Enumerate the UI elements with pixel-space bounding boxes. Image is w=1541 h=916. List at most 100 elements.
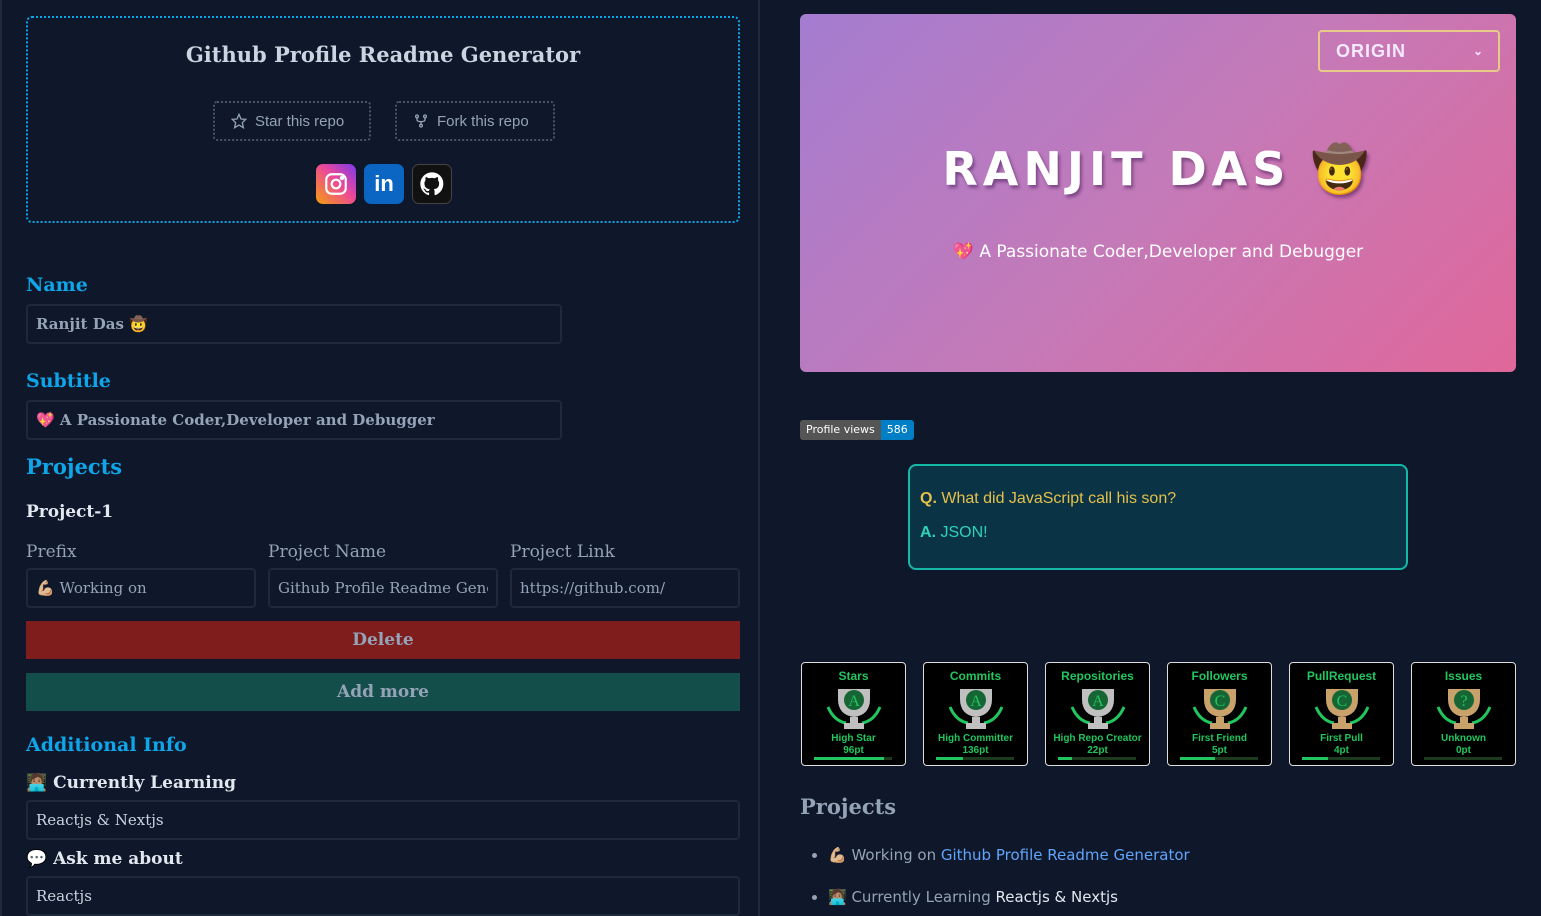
trophy-title: Stars xyxy=(838,669,869,683)
trophy-card: Stars A High Star 96pt xyxy=(801,662,906,766)
fork-repo-label: Fork this repo xyxy=(437,112,529,130)
joke-a-prefix: A. xyxy=(920,524,936,541)
profile-views-count: 586 xyxy=(880,420,914,440)
theme-select[interactable]: ORIGIN ⌄ xyxy=(1318,30,1500,72)
trophy-progress-fill xyxy=(1058,757,1073,760)
trophy-card: PullRequest C First Pull 4pt xyxy=(1289,662,1394,766)
subtitle-label: Subtitle xyxy=(26,370,111,392)
subtitle-input[interactable] xyxy=(26,400,562,440)
fork-icon xyxy=(415,114,427,128)
preview-project-list: 💪🏼 Working on Github Profile Readme Gene… xyxy=(814,846,1190,916)
trophy-icon: ? xyxy=(1436,689,1492,729)
trophy-title: Commits xyxy=(949,669,1002,683)
trophy-icon: C xyxy=(1314,689,1370,729)
trophy-points: 22pt xyxy=(1087,745,1108,756)
name-label: Name xyxy=(26,274,88,296)
learning-value: Reactjs & Nextjs xyxy=(995,888,1118,906)
banner-name: RANJIT DAS 🤠 xyxy=(942,142,1374,196)
preview-panel: ORIGIN ⌄ RANJIT DAS 🤠 💖 A Passionate Cod… xyxy=(762,0,1541,916)
joke-question: Q. What did JavaScript call his son? xyxy=(920,490,1396,508)
project-1-title: Project-1 xyxy=(26,502,114,522)
trophy-title: PullRequest xyxy=(1306,669,1377,683)
project-name-input[interactable] xyxy=(268,568,498,608)
trophy-rank: C xyxy=(1337,693,1348,710)
trophy-rank: C xyxy=(1215,693,1226,710)
ask-me-about-input[interactable] xyxy=(26,876,740,916)
list-item: 💪🏼 Working on Github Profile Readme Gene… xyxy=(828,846,1190,864)
trophy-title: Issues xyxy=(1444,669,1483,683)
project-link[interactable]: Github Profile Readme Generator xyxy=(941,846,1190,864)
joke-answer: A. JSON! xyxy=(920,524,1396,542)
currently-learning-label: 🧑🏽‍💻 Currently Learning xyxy=(26,773,236,793)
trophy-rank: A xyxy=(848,693,860,710)
project-prefix: 💪🏼 Working on xyxy=(828,846,937,864)
prefix-label: Prefix xyxy=(26,542,77,562)
trophy-card: Repositories A High Repo Creator 22pt xyxy=(1045,662,1150,766)
joke-question-text: What did JavaScript call his son? xyxy=(941,490,1177,507)
trophy-progress-bar xyxy=(814,757,892,760)
app-title: Github Profile Readme Generator xyxy=(185,42,581,67)
star-icon xyxy=(231,113,247,129)
trophy-progress-fill xyxy=(814,757,885,760)
trophy-card: Commits A High Committer 136pt xyxy=(923,662,1028,766)
preview-projects-heading: Projects xyxy=(800,794,897,819)
joke-card: Q. What did JavaScript call his son? A. … xyxy=(908,464,1408,570)
project-link-input[interactable] xyxy=(510,568,740,608)
trophy-progress-fill xyxy=(1180,757,1216,760)
joke-answer-text: JSON! xyxy=(940,524,988,541)
project-name-label: Project Name xyxy=(268,542,387,562)
trophy-progress-bar xyxy=(1180,757,1258,760)
trophy-icon: A xyxy=(826,689,882,729)
trophy-subtitle: High Star xyxy=(831,733,876,744)
joke-q-prefix: Q. xyxy=(920,490,937,507)
linkedin-icon[interactable]: in xyxy=(364,164,404,204)
trophy-icon: A xyxy=(1070,689,1126,729)
trophy-card: Followers C First Friend 5pt xyxy=(1167,662,1272,766)
learning-prefix: 🧑🏽‍💻 Currently Learning xyxy=(828,888,991,906)
trophy-progress-bar xyxy=(936,757,1014,760)
name-input[interactable] xyxy=(26,304,562,344)
trophy-card: Issues? Unknown 0pt xyxy=(1411,662,1516,766)
profile-banner: ORIGIN ⌄ RANJIT DAS 🤠 💖 A Passionate Cod… xyxy=(800,14,1516,372)
trophy-points: 96pt xyxy=(843,745,864,756)
star-repo-button[interactable]: Star this repo xyxy=(213,101,371,141)
chevron-down-icon: ⌄ xyxy=(1472,44,1484,58)
trophy-subtitle: Unknown xyxy=(1441,733,1486,744)
trophy-rank: ? xyxy=(1460,693,1467,710)
projects-label: Projects xyxy=(26,454,123,479)
trophy-progress-fill xyxy=(936,757,964,760)
theme-select-value: ORIGIN xyxy=(1336,40,1407,61)
editor-panel: Github Profile Readme Generator Star thi… xyxy=(0,0,760,916)
trophy-progress-bar xyxy=(1302,757,1380,760)
hero-box: Github Profile Readme Generator Star thi… xyxy=(26,16,740,223)
fork-repo-button[interactable]: Fork this repo xyxy=(395,101,555,141)
trophy-rank: A xyxy=(1092,693,1104,710)
instagram-icon[interactable] xyxy=(316,164,356,204)
list-item: 🧑🏽‍💻 Currently Learning Reactjs & Nextjs xyxy=(828,888,1190,906)
banner-subtitle: 💖 A Passionate Coder,Developer and Debug… xyxy=(952,242,1364,262)
profile-views-badge: Profile views 586 xyxy=(800,420,914,440)
trophy-points: 4pt xyxy=(1334,745,1349,756)
add-more-button[interactable]: Add more xyxy=(26,673,740,711)
trophy-title: Followers xyxy=(1191,669,1248,683)
trophy-progress-bar xyxy=(1424,757,1502,760)
profile-views-label: Profile views xyxy=(800,420,881,440)
trophy-subtitle: First Friend xyxy=(1191,733,1247,744)
trophy-points: 136pt xyxy=(962,745,989,756)
prefix-input[interactable] xyxy=(26,568,256,608)
github-icon[interactable] xyxy=(412,164,452,204)
trophy-title: Repositories xyxy=(1061,669,1134,683)
ask-me-about-label: 💬 Ask me about xyxy=(26,849,183,869)
trophy-subtitle: High Committer xyxy=(938,733,1013,744)
trophy-points: 0pt xyxy=(1456,745,1471,756)
trophy-points: 5pt xyxy=(1212,745,1227,756)
trophy-subtitle: High Repo Creator xyxy=(1053,733,1142,744)
star-repo-label: Star this repo xyxy=(255,112,345,130)
trophy-subtitle: First Pull xyxy=(1320,733,1363,744)
trophy-icon: A xyxy=(948,689,1004,729)
project-link-label: Project Link xyxy=(510,542,615,562)
delete-button[interactable]: Delete xyxy=(26,621,740,659)
trophy-rank: A xyxy=(970,693,982,710)
currently-learning-input[interactable] xyxy=(26,800,740,840)
additional-info-label: Additional Info xyxy=(26,734,187,756)
